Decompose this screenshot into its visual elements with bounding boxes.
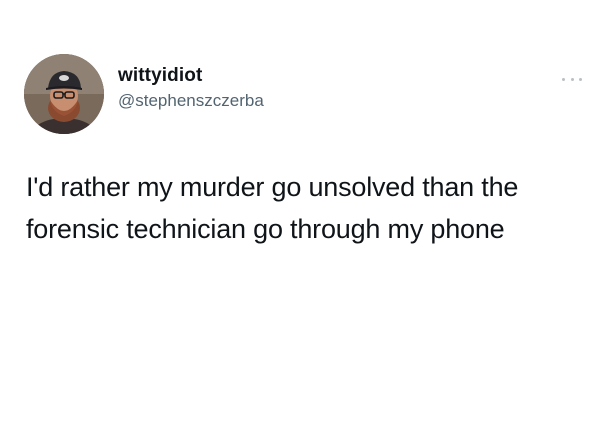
more-horizontal-icon[interactable] bbox=[562, 74, 582, 84]
avatar[interactable] bbox=[24, 54, 104, 134]
tweet-text: I'd rather my murder go unsolved than th… bbox=[26, 172, 519, 244]
user-info[interactable]: wittyidiot @stephenszczerba bbox=[118, 64, 264, 113]
display-name[interactable]: wittyidiot bbox=[118, 64, 264, 88]
more-dot bbox=[579, 77, 582, 81]
more-dot bbox=[570, 77, 574, 81]
tweet-card: wittyidiot @stephenszczerba I'd rather m… bbox=[0, 0, 600, 424]
more-dot bbox=[562, 77, 565, 81]
avatar-photo bbox=[24, 54, 104, 134]
user-handle[interactable]: @stephenszczerba bbox=[118, 89, 264, 113]
